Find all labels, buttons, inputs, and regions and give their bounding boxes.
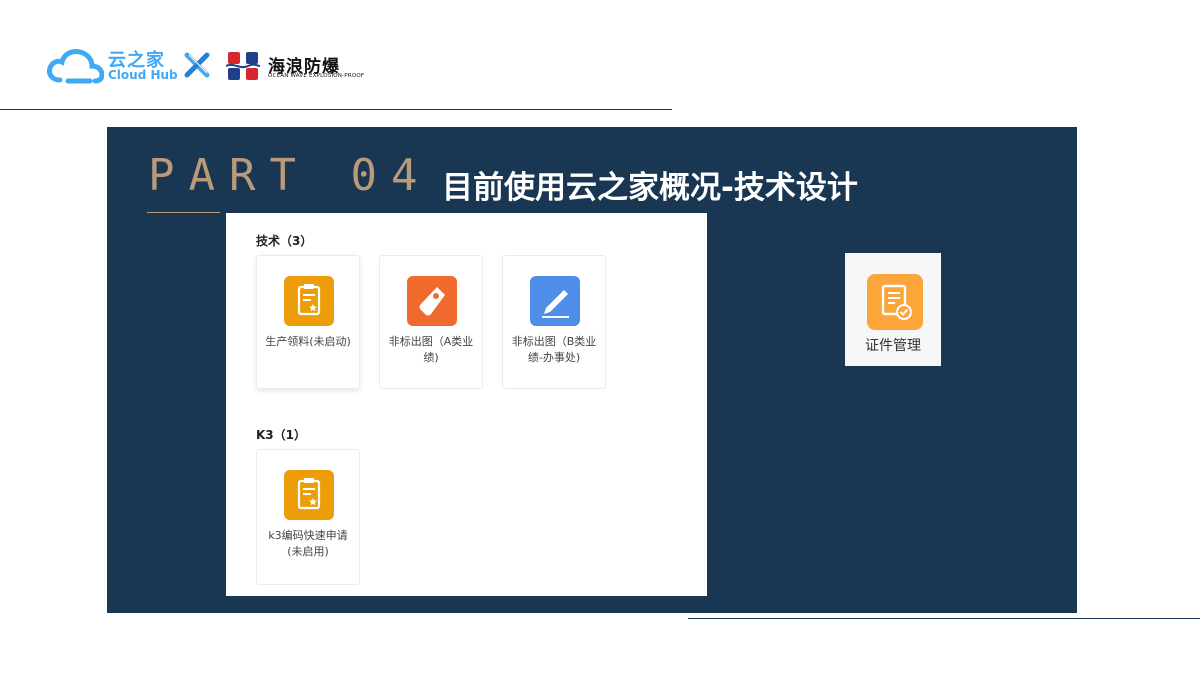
app-tile-label: 非标出图（A类业绩) — [388, 335, 474, 364]
clipboard-star-icon — [284, 276, 334, 326]
app-tile-nonstandard-drawing-b[interactable]: 非标出图（B类业绩-办事处) — [502, 255, 606, 389]
section-title-tech: 技术（3） — [256, 234, 313, 248]
app-tile-label: 非标出图（B类业绩-办事处) — [511, 335, 597, 364]
app-list-card: 技术（3） 生产领料(未启动) 非标出图（A类业绩) 非标出图（B类业绩-办事处… — [226, 213, 707, 596]
slide-title: 目前使用云之家概况-技术设计 — [442, 170, 858, 206]
cross-icon — [184, 52, 210, 78]
ocean-wave-logo-icon — [226, 50, 260, 82]
bottom-divider — [688, 618, 1200, 619]
cert-app-label: 证件管理 — [865, 338, 921, 354]
app-tile-production-material[interactable]: 生产领料(未启动) — [256, 255, 360, 389]
app-tile-label: k3编码快速申请(未启用) — [268, 529, 348, 558]
app-tile-k3-code-request[interactable]: k3编码快速申请(未启用) — [256, 449, 360, 585]
app-tile-label: 生产领料(未启动) — [265, 335, 351, 348]
app-tile-nonstandard-drawing-a[interactable]: 非标出图（A类业绩) — [379, 255, 483, 389]
top-divider — [0, 109, 672, 110]
clipboard-star-icon — [284, 470, 334, 520]
brand-name-en: Cloud Hub — [108, 68, 178, 82]
part-label: PART 04 — [148, 150, 432, 201]
section-title-k3: K3（1） — [256, 428, 306, 442]
price-tag-icon — [407, 276, 457, 326]
partner-name-en: OCEAN WAVE EXPLOSION-PROOF — [268, 73, 365, 79]
part-underline — [147, 212, 220, 213]
pencil-icon — [530, 276, 580, 326]
cloud-hub-logo-icon — [47, 49, 104, 84]
document-check-icon — [867, 274, 923, 330]
app-tile-certificate-management[interactable]: 证件管理 — [845, 253, 941, 366]
